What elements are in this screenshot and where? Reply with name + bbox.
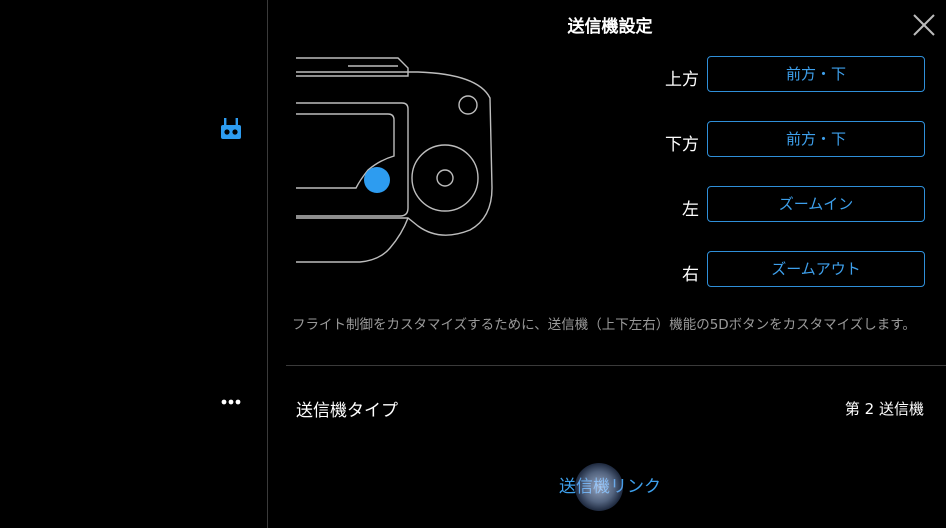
- section-divider: [286, 365, 946, 366]
- sidebar-divider: [267, 0, 268, 528]
- close-icon[interactable]: [911, 12, 937, 38]
- description-text: フライト制御をカスタマイズするために、送信機（上下左右）機能の5Dボタンをカスタ…: [292, 317, 916, 333]
- direction-label-left: 左: [682, 200, 699, 220]
- rc-type-value[interactable]: 第 2 送信機: [845, 398, 924, 419]
- rc-type-label: 送信機タイプ: [296, 401, 398, 421]
- direction-up-button[interactable]: 前方・下: [707, 56, 925, 92]
- direction-left-button[interactable]: ズームイン: [707, 186, 925, 222]
- remote-controller-icon[interactable]: [219, 116, 243, 142]
- left-sidebar: [0, 0, 267, 528]
- controller-illustration: [290, 48, 500, 268]
- direction-right-button[interactable]: ズームアウト: [707, 251, 925, 287]
- page-title: 送信機設定: [567, 17, 653, 37]
- direction-label-up: 上方: [665, 70, 699, 90]
- direction-label-down: 下方: [665, 135, 699, 155]
- direction-label-right: 右: [682, 265, 699, 285]
- more-icon[interactable]: [219, 392, 243, 412]
- direction-down-button[interactable]: 前方・下: [707, 121, 925, 157]
- touch-indicator: [575, 463, 623, 511]
